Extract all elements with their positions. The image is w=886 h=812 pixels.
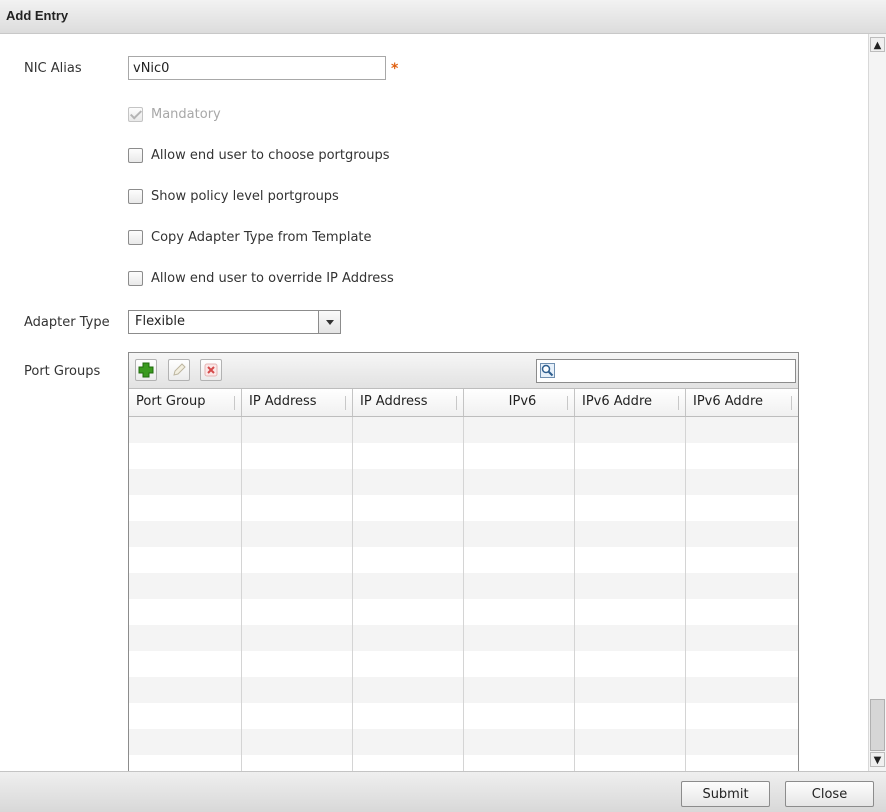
column-header-ipv6-address[interactable]: IPv6 Addre xyxy=(575,389,686,416)
override-ip-row: Allow end user to override IP Address xyxy=(128,269,394,287)
port-groups-search-input[interactable] xyxy=(536,359,796,383)
column-header-ip-address[interactable]: IP Address xyxy=(242,389,353,416)
edit-button[interactable] xyxy=(168,359,190,381)
dialog-title: Add Entry xyxy=(6,8,69,23)
mandatory-checkbox xyxy=(128,106,143,122)
add-button[interactable] xyxy=(135,359,157,381)
dialog-content: NIC Alias * Mandatory Allow end user to … xyxy=(0,34,868,771)
delete-icon xyxy=(204,363,218,377)
column-divider xyxy=(352,417,353,771)
allow-choose-portgroups-checkbox[interactable] xyxy=(128,147,143,163)
column-header-ipv6-address-2[interactable]: IPv6 Addre xyxy=(686,389,798,416)
chevron-down-icon[interactable] xyxy=(318,311,340,333)
port-groups-table: Port Group IP Address IP Address IPv6 IP… xyxy=(128,352,799,771)
copy-adapter-type-label[interactable]: Copy Adapter Type from Template xyxy=(151,230,372,245)
vertical-scrollbar[interactable]: ▲ ▼ xyxy=(868,34,886,771)
mandatory-checkbox-row: Mandatory xyxy=(128,105,221,123)
dialog-titlebar: Add Entry xyxy=(0,0,886,34)
search-icon xyxy=(540,363,555,378)
submit-button[interactable]: Submit xyxy=(681,781,770,807)
column-header-port-group[interactable]: Port Group xyxy=(129,389,242,416)
allow-choose-portgroups-row: Allow end user to choose portgroups xyxy=(128,146,390,164)
scroll-down-icon[interactable]: ▼ xyxy=(870,752,885,767)
add-icon xyxy=(138,362,154,378)
column-divider xyxy=(685,417,686,771)
column-header-ip-address-2[interactable]: IP Address xyxy=(353,389,464,416)
adapter-type-select[interactable]: Flexible xyxy=(128,310,341,334)
scroll-up-icon[interactable]: ▲ xyxy=(870,37,885,52)
show-policy-portgroups-label[interactable]: Show policy level portgroups xyxy=(151,189,339,204)
nic-alias-label: NIC Alias xyxy=(24,61,82,76)
column-divider xyxy=(241,417,242,771)
allow-choose-portgroups-label[interactable]: Allow end user to choose portgroups xyxy=(151,148,390,163)
dialog-footer: Submit Close xyxy=(0,771,886,812)
override-ip-checkbox[interactable] xyxy=(128,270,143,286)
port-groups-label: Port Groups xyxy=(24,364,101,379)
port-groups-header: Port Group IP Address IP Address IPv6 IP… xyxy=(129,389,798,417)
edit-icon xyxy=(173,363,186,376)
scrollbar-thumb[interactable] xyxy=(870,699,885,751)
column-header-ipv6[interactable]: IPv6 xyxy=(464,389,575,416)
mandatory-label: Mandatory xyxy=(151,106,221,122)
show-policy-portgroups-checkbox[interactable] xyxy=(128,188,143,204)
required-marker: * xyxy=(391,61,399,77)
override-ip-label[interactable]: Allow end user to override IP Address xyxy=(151,271,394,286)
column-divider xyxy=(574,417,575,771)
port-groups-toolbar xyxy=(129,353,798,389)
close-button[interactable]: Close xyxy=(785,781,874,807)
nic-alias-input[interactable] xyxy=(128,56,386,80)
delete-button[interactable] xyxy=(200,359,222,381)
column-divider xyxy=(463,417,464,771)
adapter-type-value: Flexible xyxy=(135,314,186,329)
adapter-type-label: Adapter Type xyxy=(24,315,110,330)
copy-adapter-type-checkbox[interactable] xyxy=(128,229,143,245)
show-policy-portgroups-row: Show policy level portgroups xyxy=(128,187,339,205)
copy-adapter-type-row: Copy Adapter Type from Template xyxy=(128,228,372,246)
